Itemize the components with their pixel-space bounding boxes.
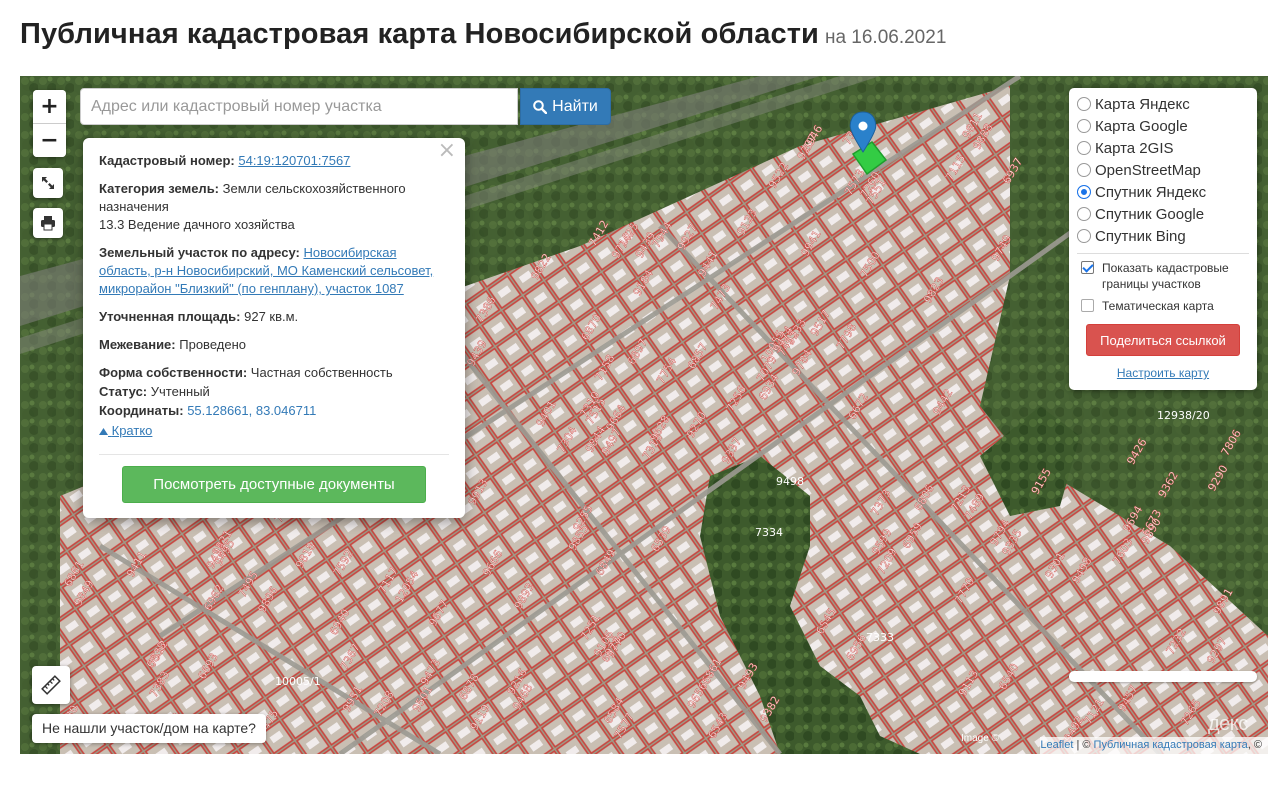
base-layer-option[interactable]: Карта Яндекс xyxy=(1077,93,1249,115)
base-layer-radio[interactable] xyxy=(1077,163,1091,177)
base-layer-option[interactable]: Спутник Google xyxy=(1077,203,1249,225)
parcel-label[interactable]: 10005/1 xyxy=(275,675,321,688)
attribution-separator: | © xyxy=(1073,739,1094,751)
popup-divider xyxy=(99,454,449,455)
zoom-out-button[interactable]: − xyxy=(33,124,66,157)
base-layer-label: Карта 2GIS xyxy=(1095,139,1174,157)
base-layer-radio[interactable] xyxy=(1077,119,1091,133)
brief-toggle-label: Кратко xyxy=(111,423,153,438)
base-layer-option[interactable]: Спутник Bing xyxy=(1077,225,1249,247)
layers-panel: Карта Яндекс Карта Google Карта 2GIS OpenSt… xyxy=(1069,88,1257,390)
zoom-control: + − xyxy=(33,90,66,157)
ownership-value: Частная собственность xyxy=(250,365,393,380)
land-category-label: Категория земель: xyxy=(99,181,220,196)
status-label: Статус: xyxy=(99,384,148,399)
fullscreen-icon xyxy=(42,177,54,189)
search-button-label: Найти xyxy=(552,97,598,115)
print-button[interactable] xyxy=(33,208,63,238)
cadastral-number-label: Кадастровый номер: xyxy=(99,153,235,168)
show-borders-label: Показать кадастровые границы участков xyxy=(1102,261,1229,291)
map[interactable]: 7313751575121005512054730279447260725672… xyxy=(20,76,1268,754)
zoom-in-button[interactable]: + xyxy=(33,90,66,123)
base-layer-radio[interactable] xyxy=(1077,185,1091,199)
configure-map-link[interactable]: Настроить карту xyxy=(1077,366,1249,380)
scale-bar xyxy=(1069,671,1257,682)
coordinates-link[interactable]: 55.128661, 83.046711 xyxy=(187,403,316,418)
not-found-button[interactable]: Не нашли участок/дом на карте? xyxy=(32,714,266,743)
ownership-label: Форма собственности: xyxy=(99,365,248,380)
land-category-row: Категория земель: Земли сельскохозяйстве… xyxy=(99,180,449,234)
page-header: Публичная кадастровая карта Новосибирско… xyxy=(20,18,946,62)
base-layer-label: Спутник Яндекс xyxy=(1095,183,1207,201)
base-layer-option[interactable]: OpenStreetMap xyxy=(1077,159,1249,181)
cadastral-number-link[interactable]: 54:19:120701:7567 xyxy=(238,153,350,168)
map-attribution: Leaflet | © Публичная кадастровая карта,… xyxy=(1040,737,1268,754)
fullscreen-button[interactable] xyxy=(33,168,63,198)
ruler-icon xyxy=(41,675,61,695)
leaflet-link[interactable]: Leaflet xyxy=(1040,739,1073,751)
status-row: Статус: Учтенный xyxy=(99,383,449,401)
base-layer-label: OpenStreetMap xyxy=(1095,161,1201,179)
ownership-row: Форма собственности: Частная собственнос… xyxy=(99,364,449,382)
page-date: на 16.06.2021 xyxy=(824,27,947,48)
ruler-button[interactable] xyxy=(32,666,70,704)
survey-value: Проведено xyxy=(179,337,246,352)
base-layer-radio[interactable] xyxy=(1077,229,1091,243)
parcel-label[interactable]: 7333 xyxy=(866,631,894,644)
base-layer-radio[interactable] xyxy=(1077,97,1091,111)
show-borders-checkbox[interactable] xyxy=(1081,261,1094,274)
base-layer-label: Карта Google xyxy=(1095,117,1188,135)
thematic-map-checkbox[interactable] xyxy=(1081,299,1094,312)
search-input[interactable] xyxy=(80,88,518,125)
base-layer-option[interactable]: Карта 2GIS xyxy=(1077,137,1249,159)
thematic-map-option[interactable]: Тематическая карта xyxy=(1077,298,1249,314)
coordinates-label: Координаты: xyxy=(99,403,184,418)
print-icon xyxy=(41,216,55,231)
base-layer-label: Спутник Bing xyxy=(1095,227,1186,245)
thematic-map-label: Тематическая карта xyxy=(1102,299,1214,313)
base-layer-radio[interactable] xyxy=(1077,207,1091,221)
area-row: Уточненная площадь: 927 кв.м. xyxy=(99,308,449,326)
share-link-button[interactable]: Поделиться ссылкой xyxy=(1086,324,1240,356)
land-use-value: 13.3 Ведение дачного хозяйства xyxy=(99,217,295,232)
status-value: Учтенный xyxy=(150,384,210,399)
coordinates-row: Координаты: 55.128661, 83.046711 xyxy=(99,402,449,420)
base-layer-option[interactable]: Спутник Яндекс xyxy=(1077,181,1249,203)
yandex-logo: декс xyxy=(1208,713,1248,735)
survey-label: Межевание: xyxy=(99,337,176,352)
base-layer-label: Спутник Google xyxy=(1095,205,1205,223)
parcel-info-popup: × Кадастровый номер: 54:19:120701:7567 К… xyxy=(83,138,465,518)
base-layer-radio[interactable] xyxy=(1077,141,1091,155)
caret-up-icon xyxy=(99,428,108,435)
imagery-copyright: Image © xyxy=(961,733,999,744)
layers-divider xyxy=(1077,253,1249,254)
cadastral-number-row: Кадастровый номер: 54:19:120701:7567 xyxy=(99,152,449,170)
close-icon[interactable]: × xyxy=(438,140,456,162)
show-borders-option[interactable]: Показать кадастровые границы участков xyxy=(1077,260,1249,292)
page-title: Публичная кадастровая карта Новосибирско… xyxy=(20,18,819,50)
brief-toggle-link[interactable]: Кратко xyxy=(99,422,152,440)
view-documents-button[interactable]: Посмотреть доступные документы xyxy=(122,466,426,503)
search-icon xyxy=(533,99,548,114)
parcel-label[interactable]: 9498 xyxy=(776,475,804,488)
search-button[interactable]: Найти xyxy=(520,88,611,125)
address-row: Земельный участок по адресу: Новосибирск… xyxy=(99,244,449,298)
area-label: Уточненная площадь: xyxy=(99,309,241,324)
base-layer-label: Карта Яндекс xyxy=(1095,95,1190,113)
survey-row: Межевание: Проведено xyxy=(99,336,449,354)
area-value: 927 кв.м. xyxy=(244,309,299,324)
pkk-link[interactable]: Публичная кадастровая карта xyxy=(1094,739,1248,751)
base-layer-list: Карта Яндекс Карта Google Карта 2GIS OpenSt… xyxy=(1077,93,1249,247)
address-label: Земельный участок по адресу: xyxy=(99,245,300,260)
attribution-tail: , © xyxy=(1247,739,1262,751)
base-layer-option[interactable]: Карта Google xyxy=(1077,115,1249,137)
parcel-label[interactable]: 12938/20 xyxy=(1157,409,1210,422)
parcel-label[interactable]: 7334 xyxy=(755,526,783,539)
